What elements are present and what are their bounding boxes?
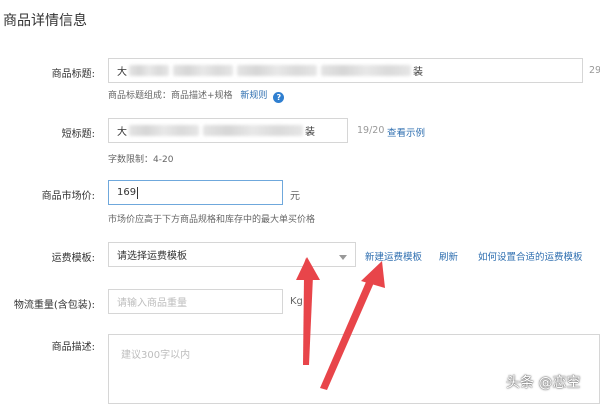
weight-placeholder: 请输入商品重量	[117, 298, 187, 309]
text-caret	[137, 186, 139, 199]
weight-unit: Kg	[290, 296, 303, 307]
description-label: 商品描述:	[51, 342, 95, 353]
short-title-counter: 19/20	[357, 125, 385, 136]
arrow-to-new-template-head	[361, 261, 385, 288]
short-title-value-end: 装	[305, 127, 315, 138]
weight-input[interactable]: 请输入商品重量	[108, 289, 283, 314]
product-title-value-end: 装	[413, 67, 423, 78]
help-icon[interactable]: ?	[273, 92, 285, 103]
view-example-link[interactable]: 查看示例	[387, 125, 425, 139]
market-price-label: 商品市场价:	[41, 191, 95, 202]
description-textarea[interactable]: 建议300字以内	[108, 334, 600, 404]
redacted-text	[129, 65, 169, 76]
watermark: 头条 @恋空	[506, 375, 581, 391]
section-title: 商品详情信息	[3, 13, 87, 29]
redacted-text	[173, 65, 233, 76]
description-placeholder: 建议300字以内	[121, 350, 191, 361]
product-title-value-start: 大	[117, 67, 127, 78]
market-price-input[interactable]: 169	[108, 180, 283, 205]
redacted-text	[321, 65, 411, 76]
short-title-value-start: 大	[117, 127, 127, 138]
product-title-counter: 29	[589, 65, 600, 76]
redacted-text	[203, 125, 303, 136]
product-title-input[interactable]: 大 装	[108, 58, 583, 83]
shipping-help-link[interactable]: 如何设置合适的运费模板	[478, 249, 583, 263]
weight-label: 物流重量(含包装):	[13, 300, 95, 311]
product-title-label: 商品标题:	[51, 69, 95, 80]
market-price-value: 169	[117, 187, 137, 198]
short-title-hint: 字数限制：4-20	[108, 155, 174, 165]
chevron-down-icon[interactable]	[339, 255, 347, 260]
new-rules-link[interactable]: 新规则	[240, 91, 267, 101]
short-title-input[interactable]: 大 装	[108, 118, 348, 143]
shipping-template-label: 运费模板:	[51, 253, 95, 264]
shipping-template-selected: 请选择运费模板	[117, 251, 187, 262]
product-title-hint: 商品标题组成：商品描述+规格 新规则 ?	[108, 88, 285, 103]
new-shipping-template-link[interactable]: 新建运费模板	[365, 249, 422, 263]
short-title-label: 短标题:	[61, 129, 95, 140]
redacted-text	[237, 65, 317, 76]
market-price-unit: 元	[290, 191, 300, 202]
market-price-hint: 市场价应高于下方商品规格和库存中的最大单买价格	[108, 215, 316, 225]
shipping-template-select[interactable]: 请选择运费模板	[108, 242, 356, 267]
redacted-text	[129, 125, 199, 136]
product-title-hint-text: 商品标题组成：商品描述+规格	[108, 91, 233, 101]
refresh-link[interactable]: 刷新	[439, 249, 458, 263]
